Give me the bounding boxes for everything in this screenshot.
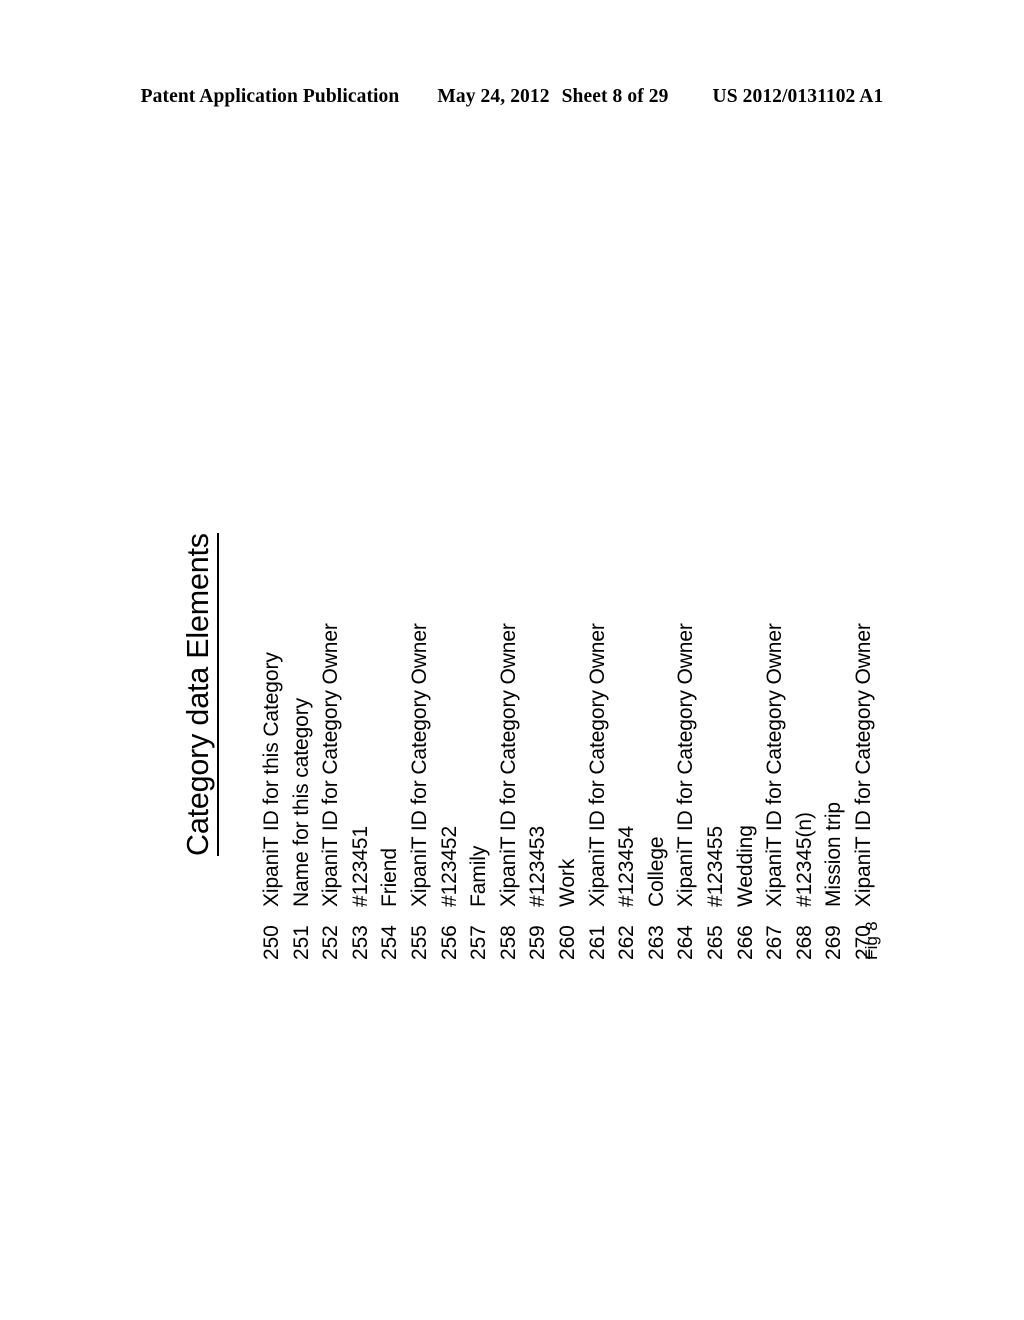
element-description: Mission trip	[822, 802, 846, 907]
element-reference-number: 268	[792, 925, 816, 960]
element-description: #123453	[526, 825, 550, 907]
element-reference-number: 267	[763, 925, 787, 960]
list-item: 251 Name for this category	[290, 320, 320, 960]
element-description: XipaniT ID for Category Owner	[585, 623, 609, 907]
list-item: 269 Mission trip	[822, 320, 852, 960]
element-description: #123451	[348, 825, 372, 907]
element-description: College	[644, 836, 668, 907]
element-description: XipaniT ID for Category Owner	[674, 623, 698, 907]
element-description: XipaniT ID for Category Owner	[763, 623, 787, 907]
category-data-elements-list: 250 XipaniT ID for this Category 251 Name f…	[260, 320, 881, 960]
list-item: 254 Friend	[378, 320, 408, 960]
list-item: 258 XipaniT ID for Category Owner	[497, 320, 527, 960]
element-description: #123454	[615, 825, 639, 907]
element-reference-number: 264	[674, 925, 698, 960]
element-description: Wedding	[733, 825, 757, 907]
element-description: Friend	[378, 848, 402, 907]
list-item: 266 Wedding	[734, 320, 764, 960]
list-item: 252 XipaniT ID for Category Owner	[319, 320, 349, 960]
list-item: 268 #12345(n)	[793, 320, 823, 960]
element-description: XipaniT ID for Category Owner	[851, 623, 875, 907]
element-reference-number: 254	[378, 925, 402, 960]
list-item: 270 XipaniT ID for Category Owner	[852, 320, 882, 960]
list-item: 265 #123455	[704, 320, 734, 960]
element-reference-number: 255	[407, 925, 431, 960]
element-reference-number: 266	[733, 925, 757, 960]
element-reference-number: 262	[615, 925, 639, 960]
element-description: XipaniT ID for this Category	[260, 652, 283, 907]
element-reference-number: 259	[526, 925, 550, 960]
element-reference-number: 252	[319, 925, 343, 960]
figure-rotated-canvas: Fig 8 Category data Elements 250 XipaniT …	[181, 320, 882, 960]
element-reference-number: 250	[260, 925, 283, 960]
list-item: 257 Family	[467, 320, 497, 960]
list-item: 262 #123454	[615, 320, 645, 960]
element-reference-number: 261	[585, 925, 609, 960]
list-item: 255 XipaniT ID for Category Owner	[408, 320, 438, 960]
element-description: #12345(n)	[792, 812, 816, 907]
element-reference-number: 270	[851, 925, 875, 960]
element-description: XipaniT ID for Category Owner	[496, 623, 520, 907]
element-description: XipaniT ID for Category Owner	[407, 623, 431, 907]
element-reference-number: 260	[555, 925, 579, 960]
list-item: 253 #123451	[349, 320, 379, 960]
element-reference-number: 269	[822, 925, 846, 960]
list-item: 260 Work	[556, 320, 586, 960]
element-reference-number: 263	[644, 925, 668, 960]
element-description: Name for this category	[289, 697, 313, 907]
list-item: 250 XipaniT ID for this Category	[260, 320, 290, 960]
list-item: 261 XipaniT ID for Category Owner	[586, 320, 616, 960]
element-reference-number: 258	[496, 925, 520, 960]
element-reference-number: 265	[703, 925, 727, 960]
element-reference-number: 257	[467, 925, 491, 960]
element-reference-number: 251	[289, 925, 313, 960]
list-item: 267 XipaniT ID for Category Owner	[763, 320, 793, 960]
element-reference-number: 253	[348, 925, 372, 960]
list-item: 259 #123453	[526, 320, 556, 960]
element-description: Family	[467, 845, 491, 907]
figure-area: Fig 8 Category data Elements 250 XipaniT …	[0, 0, 1024, 1320]
element-description: Work	[555, 858, 579, 907]
figure-title: Category data Elements	[181, 533, 220, 856]
list-item: 256 #123452	[438, 320, 468, 960]
list-item: 263 College	[645, 320, 675, 960]
element-reference-number: 256	[437, 925, 461, 960]
element-description: #123452	[437, 825, 461, 907]
list-item: 264 XipaniT ID for Category Owner	[674, 320, 704, 960]
element-description: XipaniT ID for Category Owner	[319, 623, 343, 907]
element-description: #123455	[703, 825, 727, 907]
